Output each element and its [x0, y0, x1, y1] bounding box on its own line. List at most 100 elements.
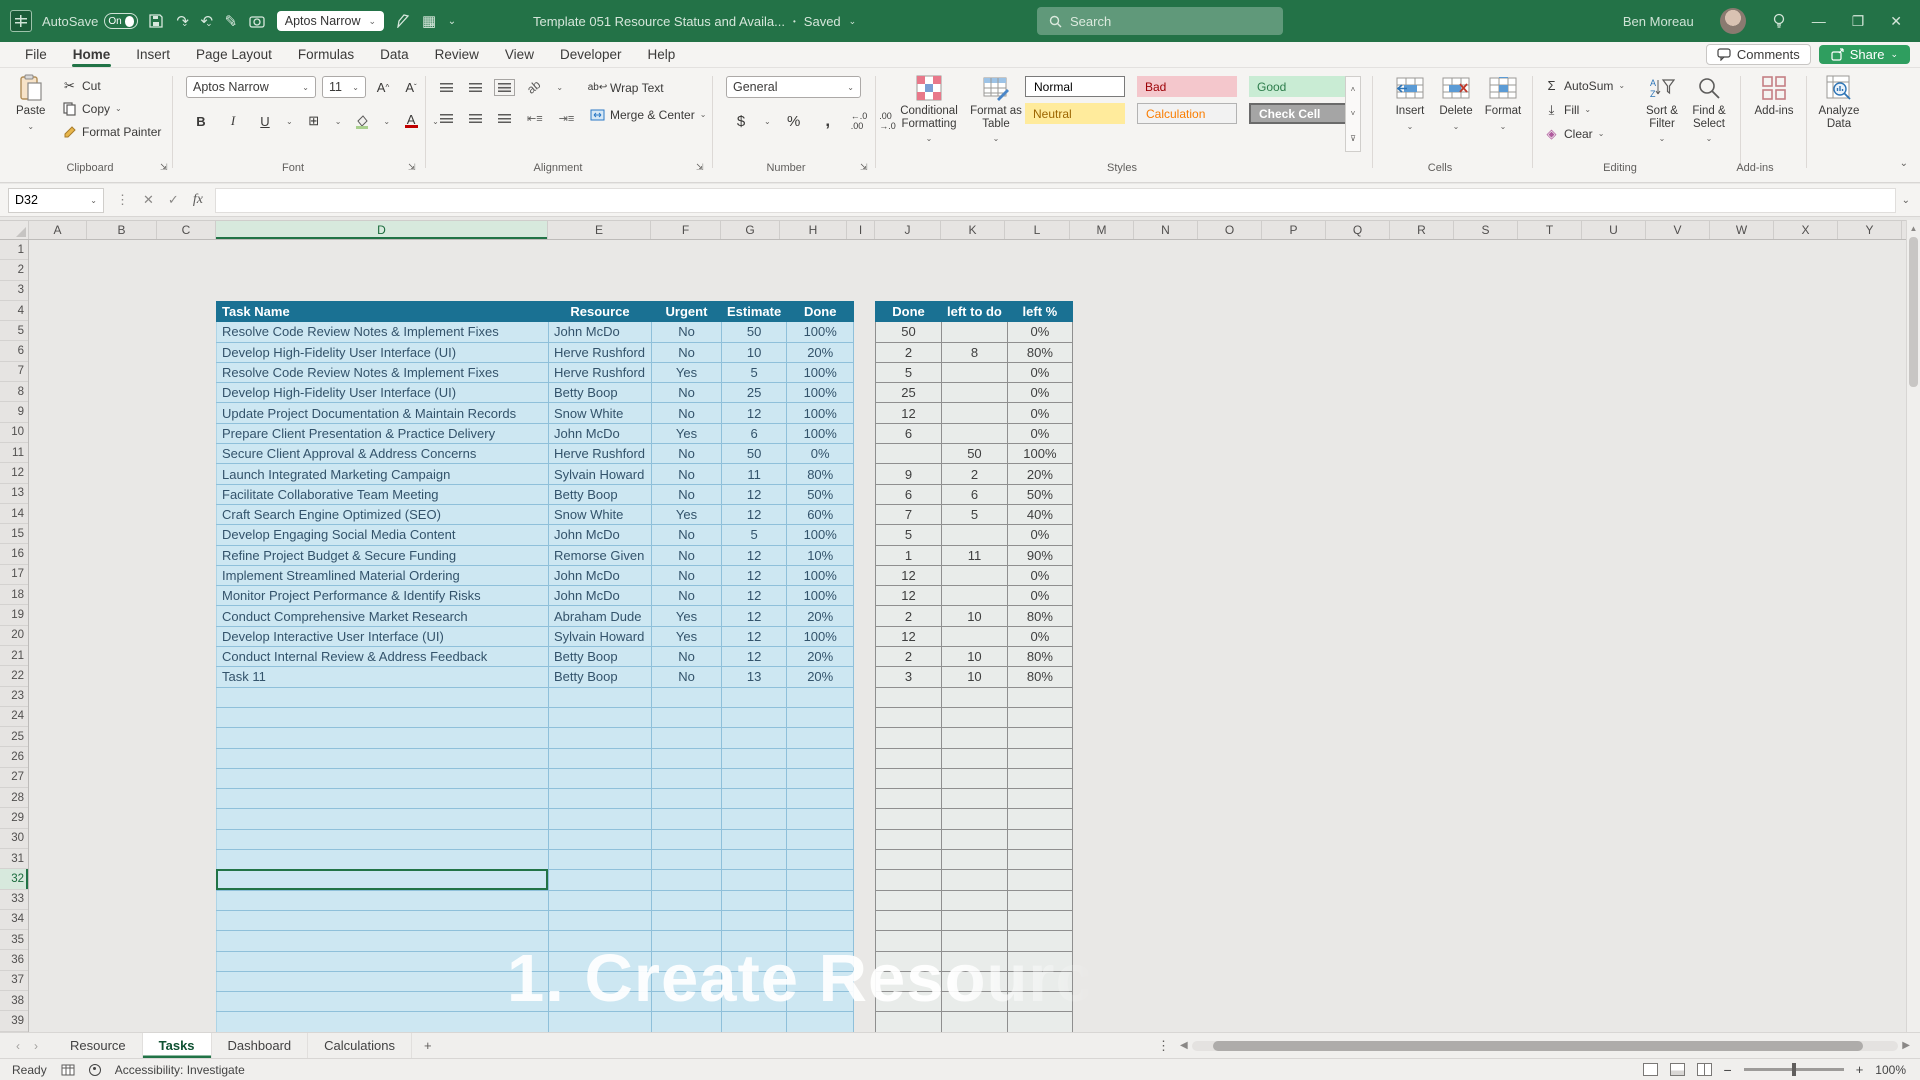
row-header-29[interactable]: 29 [0, 808, 28, 828]
cell[interactable]: 50 [942, 444, 1008, 464]
fill-button[interactable]: ⤓Fill⌄ [1544, 102, 1625, 117]
table-row[interactable] [876, 789, 1073, 809]
row-header-3[interactable]: 3 [0, 281, 28, 301]
cell[interactable] [722, 890, 787, 910]
insert-cells-button[interactable]: Insert ⌄ [1388, 74, 1432, 133]
row-header-35[interactable]: 35 [0, 930, 28, 950]
cell[interactable]: 12 [722, 606, 787, 626]
cell[interactable]: 20% [787, 647, 854, 667]
cell[interactable]: No [652, 342, 722, 362]
column-header-X[interactable]: X [1774, 221, 1838, 239]
cell[interactable]: 12 [722, 586, 787, 606]
cell[interactable]: Yes [652, 504, 722, 524]
scroll-up-arrow[interactable]: ▲ [1907, 220, 1920, 233]
cell[interactable] [652, 829, 722, 849]
cell[interactable]: Betty Boop [549, 667, 652, 687]
cell[interactable] [549, 809, 652, 829]
cell[interactable]: Betty Boop [549, 484, 652, 504]
cell[interactable] [652, 748, 722, 768]
column-header-G[interactable]: G [721, 221, 780, 239]
cell[interactable]: Implement Streamlined Material Ordering [217, 565, 549, 585]
cell[interactable]: 60% [787, 504, 854, 524]
cell[interactable] [652, 890, 722, 910]
cell[interactable]: 12 [876, 626, 942, 646]
style-gallery-scroll[interactable]: ˄˅⊽ [1345, 76, 1361, 152]
vertical-scroll-thumb[interactable] [1909, 237, 1918, 387]
cell[interactable] [787, 850, 854, 870]
cell[interactable]: 10 [942, 606, 1008, 626]
cell[interactable] [876, 687, 942, 707]
cell[interactable]: No [652, 322, 722, 342]
cell[interactable] [549, 748, 652, 768]
cell[interactable]: No [652, 667, 722, 687]
column-header-O[interactable]: O [1198, 221, 1262, 239]
table-row[interactable] [876, 910, 1073, 930]
table-row[interactable]: 9220% [876, 464, 1073, 484]
column-header-Y[interactable]: Y [1838, 221, 1902, 239]
cell[interactable] [217, 829, 549, 849]
cell[interactable]: 20% [787, 667, 854, 687]
cell[interactable]: 80% [787, 464, 854, 484]
cell[interactable]: John McDo [549, 525, 652, 545]
column-header-S[interactable]: S [1454, 221, 1518, 239]
cell[interactable]: 5 [876, 525, 942, 545]
cell[interactable]: No [652, 647, 722, 667]
cell[interactable] [942, 707, 1008, 727]
row-header-27[interactable]: 27 [0, 768, 28, 788]
cell[interactable]: 80% [1007, 647, 1072, 667]
cell[interactable]: 0% [1007, 423, 1072, 443]
cell[interactable] [549, 687, 652, 707]
row-header-2[interactable]: 2 [0, 260, 28, 280]
table-row[interactable]: Develop Interactive User Interface (UI)S… [217, 626, 854, 646]
cell[interactable] [942, 525, 1008, 545]
format-painter-button[interactable]: Format Painter [62, 124, 161, 139]
cell[interactable]: Abraham Dude [549, 606, 652, 626]
cell[interactable]: Resolve Code Review Notes & Implement Fi… [217, 362, 549, 382]
confirm-entry-icon[interactable]: ✓ [168, 192, 179, 208]
cell[interactable] [876, 850, 942, 870]
cell[interactable] [1007, 870, 1072, 890]
macro-record-icon[interactable] [61, 1064, 75, 1076]
share-button[interactable]: Share ⌄ [1819, 45, 1910, 64]
clipboard-dialog-launcher[interactable]: ⇲ [160, 162, 168, 173]
cell[interactable] [942, 687, 1008, 707]
cell[interactable] [876, 890, 942, 910]
row-header-26[interactable]: 26 [0, 747, 28, 767]
row-header-33[interactable]: 33 [0, 890, 28, 910]
qat-font-combo[interactable]: Aptos Narrow ⌄ [277, 11, 384, 31]
lightbulb-icon[interactable] [1772, 13, 1786, 29]
cell[interactable]: Secure Client Approval & Address Concern… [217, 444, 549, 464]
cell[interactable]: 100% [787, 322, 854, 342]
sort-filter-button[interactable]: AZ Sort & Filter ⌄ [1638, 74, 1686, 146]
table-row[interactable]: Implement Streamlined Material OrderingJ… [217, 565, 854, 585]
cell[interactable]: 8 [942, 342, 1008, 362]
cell[interactable] [942, 748, 1008, 768]
cell[interactable]: John McDo [549, 586, 652, 606]
cell[interactable]: Yes [652, 362, 722, 382]
table-row[interactable]: Facilitate Collaborative Team MeetingBet… [217, 484, 854, 504]
table-row[interactable]: 50% [876, 362, 1073, 382]
row-header-21[interactable]: 21 [0, 646, 28, 666]
increase-font-button[interactable]: A^ [372, 76, 394, 98]
menu-tab-data[interactable]: Data [369, 44, 420, 65]
row-header-32[interactable]: 32 [0, 869, 28, 889]
table-row[interactable]: 250% [876, 383, 1073, 403]
cell[interactable]: 6 [876, 423, 942, 443]
table-row[interactable]: 50% [876, 525, 1073, 545]
table-row[interactable]: Launch Integrated Marketing CampaignSylv… [217, 464, 854, 484]
cell[interactable]: 80% [1007, 606, 1072, 626]
column-header-F[interactable]: F [651, 221, 721, 239]
cell[interactable] [1007, 850, 1072, 870]
cell[interactable] [1007, 768, 1072, 788]
table-row[interactable]: 120% [876, 626, 1073, 646]
cell[interactable] [652, 910, 722, 930]
cell[interactable] [652, 728, 722, 748]
cell[interactable] [217, 748, 549, 768]
cell[interactable] [876, 728, 942, 748]
cell[interactable] [876, 870, 942, 890]
increase-decimal-button[interactable]: ←.0.00 [851, 111, 868, 131]
table-row[interactable]: Resolve Code Review Notes & Implement Fi… [217, 322, 854, 342]
column-header-N[interactable]: N [1134, 221, 1198, 239]
cell[interactable]: 0% [1007, 565, 1072, 585]
table-row[interactable] [876, 809, 1073, 829]
